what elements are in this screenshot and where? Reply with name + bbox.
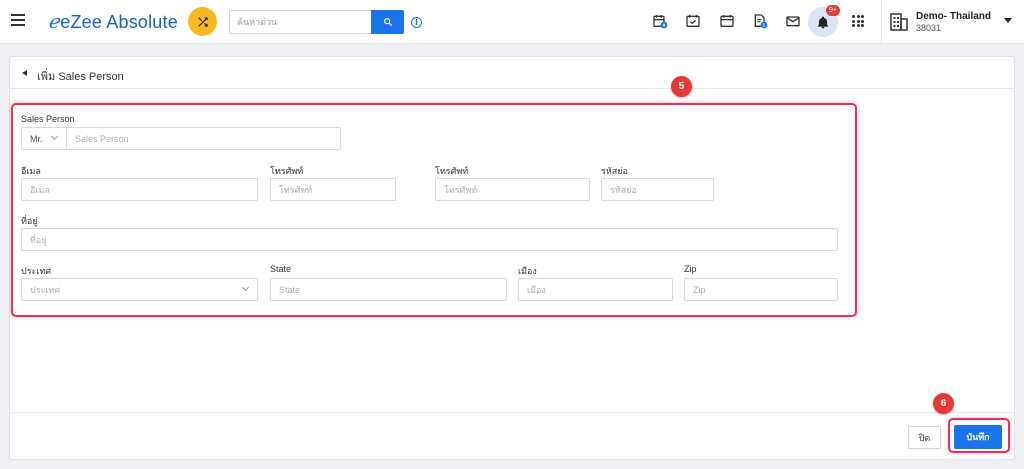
back-icon[interactable] xyxy=(22,70,27,76)
divider xyxy=(881,0,882,44)
document-badge-icon[interactable]: $ xyxy=(751,12,769,30)
bell-icon xyxy=(817,15,829,28)
card-header: เพิ่ม Sales Person xyxy=(10,57,1014,89)
calendar-badge-icon[interactable] xyxy=(651,12,669,30)
app-name: eZee Absolute xyxy=(60,11,178,32)
step-marker-6: 6 xyxy=(933,393,954,414)
search-icon xyxy=(383,18,392,27)
card-footer: ปิด บันทึก xyxy=(10,412,1014,459)
notification-badge: 9+ xyxy=(826,5,840,16)
quick-search-input[interactable] xyxy=(229,10,371,34)
property-dropdown-icon[interactable] xyxy=(1004,18,1012,23)
info-icon[interactable]: i xyxy=(411,17,422,28)
calendar-check-icon[interactable] xyxy=(684,12,702,30)
app-logo[interactable]: ℯ eZee Absolute xyxy=(48,10,178,34)
menu-icon[interactable] xyxy=(11,14,25,26)
shuffle-button[interactable] xyxy=(188,7,217,36)
step-marker-5: 5 xyxy=(671,76,692,97)
top-bar: ℯ eZee Absolute i $ 9+ Demo- Thailand 38… xyxy=(0,0,1024,44)
page-title: เพิ่ม Sales Person xyxy=(37,71,124,83)
form-highlight-box xyxy=(11,103,857,317)
mail-icon[interactable] xyxy=(784,12,802,30)
property-name[interactable]: Demo- Thailand xyxy=(916,11,991,22)
close-button[interactable]: ปิด xyxy=(908,426,941,449)
apps-grid-icon[interactable] xyxy=(852,15,864,27)
save-highlight-box xyxy=(948,418,1010,453)
calendar-icon[interactable] xyxy=(718,12,736,30)
search-button[interactable] xyxy=(371,10,404,34)
property-code: 38031 xyxy=(916,23,942,33)
logo-mark-icon: ℯ xyxy=(48,11,60,33)
building-icon xyxy=(890,11,908,31)
shuffle-icon xyxy=(197,16,208,27)
svg-text:$: $ xyxy=(763,23,766,29)
